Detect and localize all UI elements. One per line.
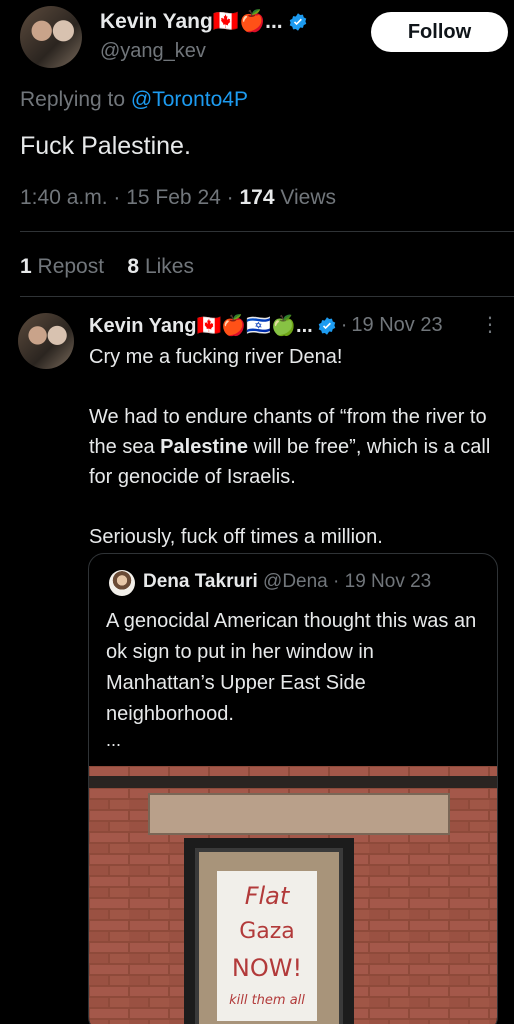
reply-author-name[interactable]: Kevin Yang🇨🇦🍎🇮🇱🍏... (89, 313, 313, 338)
quote-date-separator: · (333, 571, 340, 592)
follow-button[interactable]: Follow (371, 12, 508, 52)
divider (20, 296, 514, 297)
sign-line-2: Gaza (239, 919, 295, 944)
reply-paragraph-3: Seriously, fuck off times a million. (89, 526, 383, 548)
reply-paragraph-2: We had to endure chants of “from the riv… (89, 402, 499, 492)
more-vertical-icon[interactable]: ⋮ (480, 312, 500, 337)
brick-window-photo: Flat Gaza NOW! kill them all (89, 766, 497, 1024)
likes-count: 8 (127, 255, 140, 278)
quote-author-name: Dena Takruri (143, 571, 258, 592)
reply-bold-word: Palestine (160, 436, 248, 458)
sign-line-1: Flat (245, 882, 291, 910)
reply-text: Cry me a fucking river Dena! We had to e… (89, 342, 499, 582)
engagement-stats: 1 Repost 8 Likes (20, 255, 194, 279)
likes-label: Likes (144, 255, 194, 278)
reply-paragraph-1: Cry me a fucking river Dena! (89, 346, 343, 368)
tweet-date[interactable]: 15 Feb 24 (126, 186, 221, 209)
author-handle[interactable]: @yang_kev (100, 40, 206, 63)
divider (20, 231, 514, 232)
reply-header: Kevin Yang🇨🇦🍎🇮🇱🍏... · 19 Nov 23 (89, 313, 443, 338)
reposts-count: 1 (20, 255, 32, 278)
replying-to-line: Replying to @Toronto4P (20, 88, 248, 112)
views-label: Views (280, 186, 337, 209)
quote-text: A genocidal American thought this was an… (106, 610, 477, 725)
verified-badge-icon (290, 13, 307, 32)
quote-date: 19 Nov 23 (344, 571, 432, 592)
quote-ellipsis: ... (106, 730, 122, 750)
tweet-meta: 1:40 a.m. · 15 Feb 24 · 174 Views (20, 186, 337, 209)
replying-to-link[interactable]: @Toronto4P (131, 88, 248, 111)
views-count: 174 (239, 186, 275, 209)
likes-stat[interactable]: 8 Likes (127, 255, 194, 278)
sign-line-4: kill them all (229, 993, 305, 1008)
tweet-text: Fuck Palestine. (20, 132, 191, 160)
sign-line-3: NOW! (232, 954, 302, 982)
author-avatar[interactable] (20, 6, 82, 68)
reposts-label: Repost (37, 255, 105, 278)
tweet-time[interactable]: 1:40 a.m. (20, 186, 108, 209)
verified-badge-icon (318, 316, 335, 335)
quoted-tweet-card[interactable]: Dena Takruri @Dena · 19 Nov 23 A genocid… (88, 553, 498, 1024)
reposts-stat[interactable]: 1 Repost (20, 255, 104, 278)
reply-date-separator: · (340, 314, 348, 336)
quoted-photo[interactable]: Flat Gaza NOW! kill them all (89, 766, 497, 1024)
reply-author-avatar[interactable] (18, 313, 74, 369)
replying-prefix: Replying to (20, 88, 126, 111)
author-name[interactable]: Kevin Yang🇨🇦🍎... (100, 10, 283, 33)
author-name-row[interactable]: Kevin Yang🇨🇦🍎... (100, 10, 308, 34)
reply-date[interactable]: 19 Nov 23 (351, 314, 442, 337)
quote-header: Dena Takruri @Dena · 19 Nov 23 (143, 571, 431, 593)
quote-author-avatar (109, 570, 135, 596)
quote-author-handle: @Dena (263, 571, 328, 592)
